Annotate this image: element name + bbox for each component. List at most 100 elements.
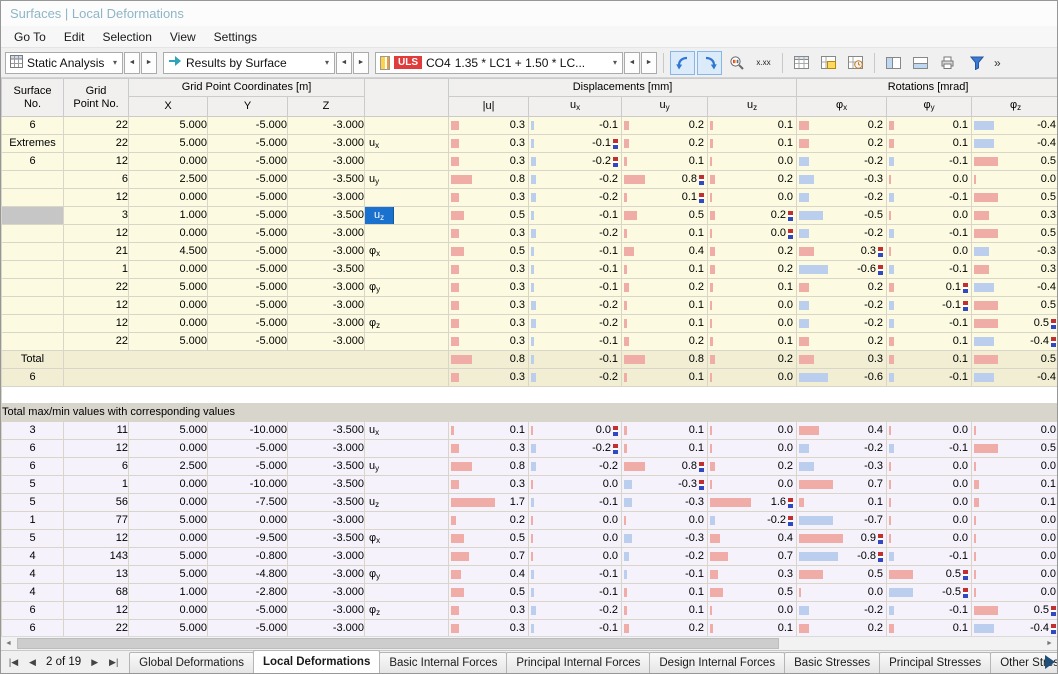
cell-phi-z[interactable]: 0.3 bbox=[971, 206, 1057, 225]
cell-coordinate-y[interactable]: -7.500 bbox=[207, 493, 288, 512]
cell-grid-point-no[interactable]: 1 bbox=[63, 475, 129, 494]
cell-phi-y[interactable]: 0.0 bbox=[886, 421, 973, 440]
cell-coordinate-z[interactable]: -3.000 bbox=[286, 152, 366, 171]
cell-component[interactable] bbox=[364, 439, 450, 458]
cell-ux[interactable]: -0.2 bbox=[528, 170, 623, 189]
toolbar-overflow-chevron[interactable]: » bbox=[991, 56, 1004, 70]
cell-coordinate-z[interactable]: -3.000 bbox=[286, 116, 366, 135]
cell-surface-no[interactable] bbox=[1, 278, 64, 297]
cell-u-abs[interactable]: 0.3 bbox=[448, 278, 530, 297]
cell-ux[interactable]: -0.2 bbox=[528, 314, 623, 333]
cell-grid-point-no[interactable]: 77 bbox=[63, 511, 129, 530]
cell-uy[interactable]: 0.1 bbox=[621, 439, 709, 458]
cell-coordinate-x[interactable]: 0.000 bbox=[128, 601, 208, 620]
cell-ux[interactable]: -0.1 bbox=[528, 583, 623, 602]
component-label[interactable]: uy bbox=[366, 172, 384, 188]
print-button[interactable] bbox=[935, 51, 960, 75]
cell-uy[interactable]: -0.3 bbox=[621, 493, 709, 512]
cell-uz[interactable]: 0.2 bbox=[707, 457, 798, 476]
cell-surface-no[interactable] bbox=[1, 332, 64, 351]
cell-uz[interactable]: 0.0 bbox=[707, 224, 798, 243]
cell-ux[interactable]: -0.1 bbox=[528, 332, 623, 351]
component-label[interactable]: φz bbox=[366, 603, 385, 619]
cell-surface-no[interactable]: 5 bbox=[1, 493, 64, 512]
cell-phi-y[interactable]: -0.1 bbox=[886, 152, 973, 171]
cell-coordinate-x[interactable]: 0.000 bbox=[128, 493, 208, 512]
cell-coordinate-y[interactable]: -5.000 bbox=[207, 332, 288, 351]
cell-uz[interactable]: 0.0 bbox=[707, 368, 798, 387]
cell-coordinate-y[interactable]: -2.800 bbox=[207, 583, 288, 602]
cell-uz[interactable]: 0.2 bbox=[707, 260, 798, 279]
cell-u-abs[interactable]: 0.3 bbox=[448, 260, 530, 279]
cell-surface-no[interactable]: 3 bbox=[1, 421, 64, 440]
component-label[interactable]: φz bbox=[366, 316, 385, 332]
cell-phi-y[interactable]: 0.1 bbox=[886, 332, 973, 351]
cell-surface-no[interactable] bbox=[1, 170, 64, 189]
results-type-select[interactable]: Results by Surface ▾ bbox=[163, 51, 335, 74]
cell-phi-z[interactable]: -0.4 bbox=[971, 619, 1057, 636]
cell-u-abs[interactable]: 0.4 bbox=[448, 565, 530, 584]
cell-ux[interactable]: -0.2 bbox=[528, 457, 623, 476]
cell-phi-z[interactable]: 0.5 bbox=[971, 188, 1057, 207]
cell-coordinate-y[interactable]: -5.000 bbox=[207, 242, 288, 261]
cell-u-abs[interactable]: 0.5 bbox=[448, 206, 530, 225]
cell-component[interactable] bbox=[364, 547, 450, 566]
cell-uz[interactable]: 0.1 bbox=[707, 332, 798, 351]
cell-surface-no[interactable]: 6 bbox=[1, 116, 64, 135]
cell-ux[interactable]: -0.1 bbox=[528, 278, 623, 297]
cell-coordinate-x[interactable]: 0.000 bbox=[128, 296, 208, 315]
cell-uy[interactable]: 0.8 bbox=[621, 170, 709, 189]
cell-phi-x[interactable]: -0.2 bbox=[796, 224, 888, 243]
cell-component[interactable]: ux bbox=[364, 421, 450, 440]
cell-coordinate-z[interactable]: -3.500 bbox=[286, 260, 366, 279]
cell-phi-x[interactable]: 0.0 bbox=[796, 583, 888, 602]
component-label[interactable]: ux bbox=[366, 136, 384, 152]
cell-phi-y[interactable]: 0.1 bbox=[886, 134, 973, 153]
cell-coordinate-z[interactable]: -3.500 bbox=[286, 457, 366, 476]
cell-surface-no[interactable]: 6 bbox=[1, 619, 64, 636]
cell-component[interactable]: φz bbox=[364, 601, 450, 620]
cell-coordinate-x[interactable]: 0.000 bbox=[128, 314, 208, 333]
cell-coordinate-z[interactable]: -3.000 bbox=[286, 188, 366, 207]
cell-coordinate-x[interactable]: 0.000 bbox=[128, 439, 208, 458]
cell-coordinate-x[interactable]: 5.000 bbox=[128, 547, 208, 566]
cell-phi-z[interactable]: 0.0 bbox=[971, 529, 1057, 548]
horizontal-scrollbar[interactable]: ◄ ► bbox=[1, 636, 1057, 650]
cell-u-abs[interactable]: 0.3 bbox=[448, 332, 530, 351]
cell-uy[interactable]: 0.1 bbox=[621, 260, 709, 279]
cell-phi-z[interactable]: 0.5 bbox=[971, 601, 1057, 620]
cell-phi-z[interactable]: 0.5 bbox=[971, 314, 1057, 333]
cell-coordinate-y[interactable]: -5.000 bbox=[207, 134, 288, 153]
tab-principal-internal-forces[interactable]: Principal Internal Forces bbox=[506, 652, 651, 673]
cell-phi-x[interactable]: -0.2 bbox=[796, 439, 888, 458]
cell-phi-z[interactable]: 0.0 bbox=[971, 565, 1057, 584]
cell-coordinate-x[interactable]: 0.000 bbox=[128, 475, 208, 494]
cell-uz[interactable]: 0.2 bbox=[707, 350, 798, 369]
tab-global-deformations[interactable]: Global Deformations bbox=[129, 652, 254, 673]
cell-uz[interactable]: 0.0 bbox=[707, 296, 798, 315]
cell-ux[interactable]: 0.0 bbox=[528, 511, 623, 530]
cell-uy[interactable]: -0.1 bbox=[621, 565, 709, 584]
filter-button[interactable] bbox=[964, 51, 989, 75]
cell-coordinate-z[interactable]: -3.500 bbox=[286, 475, 366, 494]
show-previous-result-button[interactable] bbox=[670, 50, 695, 75]
cell-phi-y[interactable]: 0.1 bbox=[886, 619, 973, 636]
cell-uy[interactable]: 0.2 bbox=[621, 278, 709, 297]
cell-coordinate-x[interactable]: 5.000 bbox=[128, 116, 208, 135]
cell-coordinate-x[interactable]: 2.500 bbox=[128, 170, 208, 189]
cell-uz[interactable]: 0.0 bbox=[707, 188, 798, 207]
cell-coordinate-x[interactable]: 1.000 bbox=[128, 583, 208, 602]
cell-phi-z[interactable]: 0.0 bbox=[971, 511, 1057, 530]
cell-component[interactable] bbox=[364, 332, 450, 351]
cell-uy[interactable]: 0.1 bbox=[621, 601, 709, 620]
cell-component[interactable]: φx bbox=[364, 242, 450, 261]
cell-uz[interactable]: 0.0 bbox=[707, 439, 798, 458]
cell-coordinate-z[interactable]: -3.000 bbox=[286, 511, 366, 530]
cell-phi-z[interactable]: -0.4 bbox=[971, 134, 1057, 153]
cell-component[interactable]: φz bbox=[364, 314, 450, 333]
cell-coordinate-y[interactable]: -10.000 bbox=[207, 421, 288, 440]
cell-uy[interactable]: 0.1 bbox=[621, 296, 709, 315]
cell-grid-point-no[interactable]: 3 bbox=[63, 206, 129, 225]
cell-phi-x[interactable]: 0.2 bbox=[796, 619, 888, 636]
cell-grid-point-no[interactable]: 11 bbox=[63, 421, 129, 440]
